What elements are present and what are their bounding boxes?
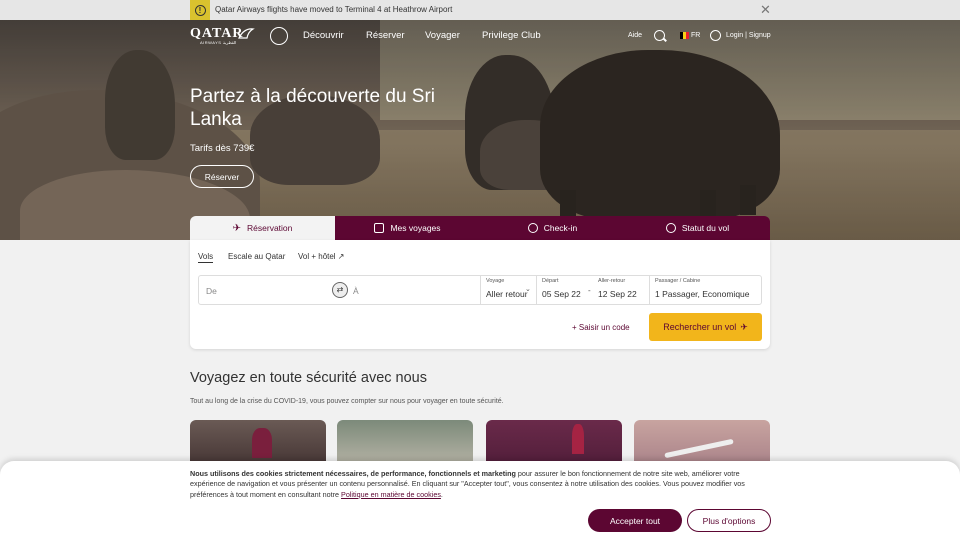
- nav-book[interactable]: Réserver: [366, 30, 405, 41]
- plane-icon: ✈: [232, 222, 242, 234]
- check-circle-icon: [527, 223, 538, 233]
- calendar-icon: [374, 223, 385, 233]
- return-label: Aller-retour: [598, 278, 626, 284]
- subtab-flight-hotel[interactable]: Vol + hôtel ↗: [298, 252, 345, 261]
- passenger-label: Passager / Cabine: [655, 278, 701, 284]
- tab-booking[interactable]: ✈ Réservation: [190, 216, 335, 240]
- alert-icon: !: [190, 0, 210, 20]
- help-link[interactable]: Aide: [628, 32, 642, 39]
- depart-date[interactable]: 05 Sep 22: [542, 289, 581, 299]
- tab-flight-status[interactable]: Statut du vol: [625, 216, 770, 240]
- top-nav: QATAR AIRWAYS القطرية Découvrir Réserver…: [0, 20, 960, 55]
- hero-title: Partez à la découverte du Sri Lanka: [190, 86, 436, 130]
- cookie-policy-link[interactable]: Politique en matière de cookies: [341, 490, 441, 499]
- to-field[interactable]: À: [353, 286, 359, 296]
- tab-label: Réservation: [247, 223, 293, 233]
- subtab-stopover[interactable]: Escale au Qatar: [228, 252, 285, 261]
- depart-label: Départ: [542, 278, 559, 284]
- booking-tabs: ✈ Réservation Mes voyages Check-in Statu…: [190, 216, 770, 240]
- hero-book-button[interactable]: Réserver: [190, 165, 254, 188]
- more-options-button[interactable]: Plus d'options: [687, 509, 771, 532]
- section-title: Voyagez en toute sécurité avec nous: [190, 370, 427, 386]
- nav-privilege-club[interactable]: Privilege Club: [482, 30, 541, 41]
- tab-label: Mes voyages: [390, 223, 441, 233]
- cookie-period: .: [440, 489, 443, 499]
- trip-type-select[interactable]: Aller retour: [486, 289, 528, 299]
- passenger-select[interactable]: 1 Passager, Economique: [655, 289, 750, 299]
- section-subtitle: Tout au long de la crise du COVID-19, vo…: [190, 398, 504, 405]
- search-fields: De ⇄ À Voyage Aller retour ⌄ Départ 05 S…: [198, 275, 762, 305]
- trip-type-label: Voyage: [486, 278, 505, 284]
- cookie-text: Nous utilisons des cookies strictement n…: [190, 469, 750, 500]
- oryx-icon: [236, 24, 256, 44]
- tab-label: Statut du vol: [681, 223, 730, 233]
- login-link[interactable]: Login | Signup: [726, 32, 771, 39]
- close-icon[interactable]: ✕: [760, 3, 771, 16]
- tab-label: Check-in: [543, 223, 578, 233]
- language-selector[interactable]: FR: [691, 32, 700, 39]
- return-date[interactable]: 12 Sep 22: [598, 289, 637, 299]
- cookie-bold-text: Nous utilisons des cookies strictement n…: [190, 469, 516, 478]
- location-pin-icon: [665, 223, 676, 233]
- from-field[interactable]: De: [206, 286, 217, 296]
- alert-bar: ! Qatar Airways flights have moved to Te…: [0, 0, 960, 20]
- search-icon[interactable]: [654, 30, 665, 41]
- search-flight-button[interactable]: Rechercher un vol ✈: [649, 313, 762, 341]
- user-icon[interactable]: [710, 30, 721, 41]
- dash-separator: -: [588, 286, 591, 295]
- nav-discover[interactable]: Découvrir: [303, 30, 344, 41]
- cookie-banner: Nous utilisons des cookies strictement n…: [0, 461, 960, 540]
- belgium-flag-icon[interactable]: [680, 32, 689, 39]
- tab-checkin[interactable]: Check-in: [480, 216, 625, 240]
- plane-icon: ✈: [740, 321, 748, 332]
- nav-travel[interactable]: Voyager: [425, 30, 460, 41]
- booking-panel: Vols Escale au Qatar Vol + hôtel ↗ De ⇄ …: [190, 240, 770, 349]
- accept-all-button[interactable]: Accepter tout: [588, 509, 682, 532]
- promo-code-link[interactable]: + Saisir un code: [572, 323, 630, 332]
- swap-icon[interactable]: ⇄: [332, 282, 348, 298]
- logo-subtitle: AIRWAYS القطرية: [200, 40, 237, 45]
- chevron-down-icon: ⌄: [525, 286, 531, 293]
- alert-text[interactable]: Qatar Airways flights have moved to Term…: [215, 5, 452, 14]
- hero-price: Tarifs dès 739€: [190, 143, 255, 154]
- search-button-label: Rechercher un vol: [663, 322, 737, 332]
- subtab-flights[interactable]: Vols: [198, 252, 214, 263]
- oneworld-icon: [270, 27, 288, 45]
- tab-my-trips[interactable]: Mes voyages: [335, 216, 480, 240]
